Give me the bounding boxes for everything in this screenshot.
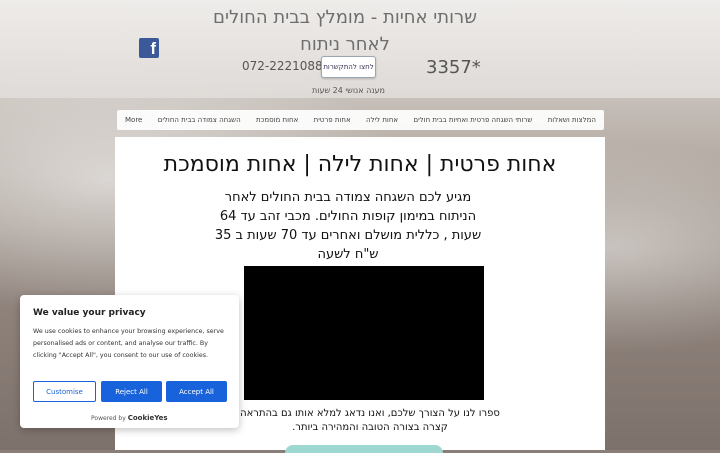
- availability-text: מענה אנושי 24 שעות: [312, 86, 385, 95]
- main-nav: המלצות ושאלות שרותי השגחה פרטית ואחיות ב…: [117, 110, 604, 130]
- reject-all-button[interactable]: Reject All: [101, 381, 162, 402]
- cookieyes-logo[interactable]: CookieYes: [128, 414, 168, 422]
- nav-item-private-nurse[interactable]: אחות פרטית: [314, 116, 351, 124]
- video-player[interactable]: [244, 266, 484, 400]
- powered-by-label: Powered by: [91, 415, 126, 422]
- contact-paragraph: ספרו לנו על הצורך שלכם, ואנו נדאג למלא א…: [240, 408, 500, 433]
- accept-all-button[interactable]: Accept All: [166, 381, 227, 402]
- nav-item-night-nurse[interactable]: אחות לילה: [366, 116, 398, 124]
- nav-item-hospital-supervision[interactable]: השגחה צמודה בבית החולים: [158, 116, 241, 124]
- cookie-consent-banner: We value your privacy We use cookies to …: [20, 295, 239, 428]
- nav-item-certified-nurse[interactable]: אחות מוסמכת: [256, 116, 298, 124]
- cookie-body: We use cookies to enhance your browsing …: [33, 328, 224, 359]
- site-header: f שרותי אחיות - מומלץ בבית החולים לאחר נ…: [0, 0, 720, 98]
- site-title: שרותי אחיות - מומלץ בבית החולים לאחר נית…: [213, 7, 477, 55]
- cta-button[interactable]: [285, 445, 443, 453]
- intro-paragraph: מגיע לכם השגחה צמודה בבית החולים לאחר הנ…: [214, 190, 482, 262]
- page-headline: אחות פרטית | אחות לילה | אחות מוסמכת: [163, 152, 557, 177]
- nav-item-recommendations[interactable]: המלצות ושאלות: [548, 116, 596, 124]
- cookie-powered-by: Powered by CookieYes: [91, 414, 168, 422]
- facebook-icon[interactable]: f: [139, 38, 159, 58]
- contact-button[interactable]: לחצו להתקשרות: [321, 56, 376, 78]
- customise-button[interactable]: Customise: [33, 381, 96, 402]
- phone-number[interactable]: 072-2221088: [242, 59, 323, 73]
- extension-code: 3357*: [426, 57, 481, 78]
- nav-item-more[interactable]: More: [125, 116, 142, 124]
- nav-item-private-supervision[interactable]: שרותי השגחה פרטית ואחיות בבית חולים: [413, 116, 532, 124]
- cookie-title: We value your privacy: [33, 308, 146, 318]
